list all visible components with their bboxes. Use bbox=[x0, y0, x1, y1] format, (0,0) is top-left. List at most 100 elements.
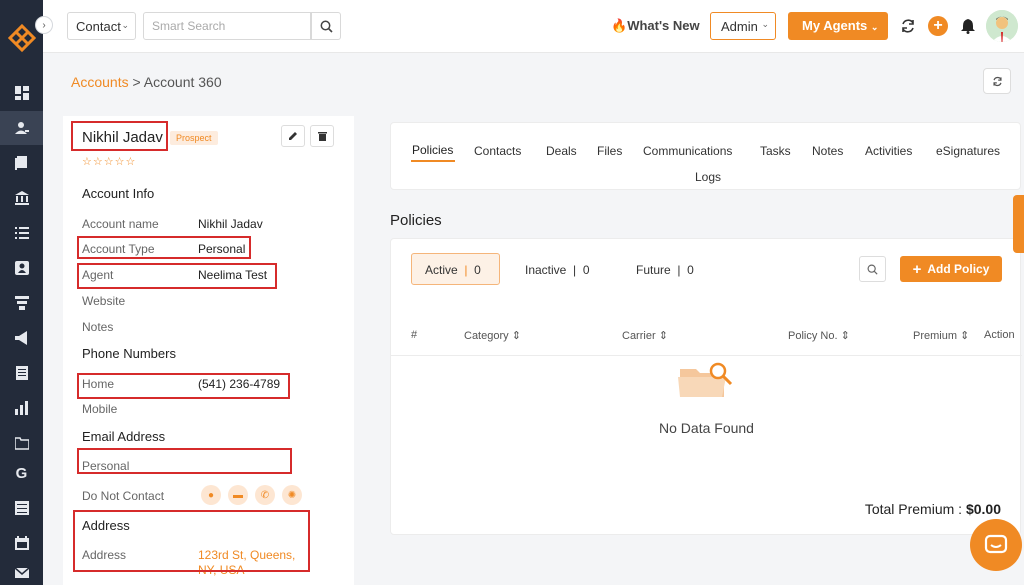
home-phone-value[interactable]: (541) 236-4789 bbox=[198, 377, 280, 391]
search-button[interactable] bbox=[311, 12, 341, 40]
field-label: Personal bbox=[82, 459, 130, 473]
field-label: Website bbox=[82, 294, 126, 308]
sort-icon: ⇕ bbox=[511, 330, 521, 342]
tab-esignatures[interactable]: eSignatures bbox=[936, 144, 1000, 158]
section-phone-numbers: Phone Numbers bbox=[82, 346, 176, 361]
bank-icon[interactable] bbox=[0, 181, 43, 215]
section-account-info: Account Info bbox=[82, 186, 155, 201]
chat-support-button[interactable] bbox=[970, 519, 1022, 571]
add-policy-button[interactable]: + Add Policy bbox=[900, 256, 1002, 282]
address-value[interactable]: 123rd St, Queens, NY, USA bbox=[198, 548, 313, 578]
mail-icon[interactable] bbox=[0, 556, 43, 585]
breadcrumb-accounts-link[interactable]: Accounts bbox=[71, 74, 129, 90]
policies-section-title: Policies bbox=[390, 212, 442, 229]
field-label: Mobile bbox=[82, 402, 118, 416]
sidebar-expand-button[interactable]: › bbox=[35, 16, 53, 34]
admin-dropdown[interactable]: Admin ⌄ bbox=[710, 12, 776, 40]
column-header-action: Action bbox=[984, 329, 1015, 341]
field-label: Account Type bbox=[82, 242, 155, 256]
status-count: 0 bbox=[474, 263, 481, 277]
field-label: Address bbox=[82, 548, 127, 562]
section-address: Address bbox=[82, 518, 130, 533]
quick-add-button[interactable]: + bbox=[928, 16, 948, 36]
tab-notes[interactable]: Notes bbox=[812, 144, 843, 158]
status-tab-active-label: Active | 0 bbox=[425, 263, 481, 277]
column-header-premium[interactable]: Premium ⇕ bbox=[913, 329, 969, 342]
tab-logs[interactable]: Logs bbox=[695, 170, 721, 184]
smart-search-input[interactable] bbox=[143, 12, 311, 40]
accounts-icon[interactable] bbox=[0, 111, 43, 145]
folder-icon[interactable] bbox=[0, 426, 43, 460]
column-label: Carrier bbox=[622, 330, 656, 342]
tab-files[interactable]: Files bbox=[597, 144, 622, 158]
column-label: Category bbox=[464, 330, 509, 342]
policy-search-button[interactable] bbox=[859, 256, 886, 282]
field-label: Agent bbox=[82, 268, 114, 282]
google-icon[interactable]: G bbox=[0, 456, 43, 490]
delete-account-button[interactable] bbox=[310, 125, 334, 147]
tab-deals[interactable]: Deals bbox=[546, 144, 577, 158]
table-divider bbox=[391, 355, 1022, 356]
column-label: Policy No. bbox=[788, 330, 838, 342]
status-label: Inactive bbox=[525, 263, 567, 277]
calendar-icon[interactable] bbox=[0, 526, 43, 560]
left-navigation: G bbox=[0, 0, 43, 585]
dashboard-icon[interactable] bbox=[0, 76, 43, 110]
add-policy-label: Add Policy bbox=[927, 262, 990, 276]
spreadsheet-icon[interactable] bbox=[0, 491, 43, 525]
funnel-icon[interactable] bbox=[0, 286, 43, 320]
tab-communications[interactable]: Communications bbox=[643, 144, 732, 158]
help-side-tab[interactable] bbox=[1013, 195, 1024, 253]
edit-account-button[interactable] bbox=[281, 125, 305, 147]
do-not-contact-options: ● ▬ ✆ ✺ bbox=[201, 485, 302, 505]
breadcrumb-current: Account 360 bbox=[143, 74, 222, 90]
search-type-select[interactable]: Contact ⌄ bbox=[67, 12, 136, 40]
sync-icon[interactable] bbox=[900, 18, 916, 34]
whats-new-label: What's New bbox=[627, 18, 700, 33]
chat-bubble-icon[interactable]: ▬ bbox=[228, 485, 248, 505]
page-refresh-button[interactable] bbox=[983, 68, 1011, 94]
breadcrumb-separator: > bbox=[132, 74, 141, 90]
analytics-icon[interactable] bbox=[0, 391, 43, 425]
settings-icon[interactable]: ✺ bbox=[282, 485, 302, 505]
status-badge: Prospect bbox=[170, 131, 218, 145]
status-tab-future[interactable]: Future | 0 bbox=[636, 263, 694, 277]
account-type-value: Personal bbox=[198, 242, 246, 256]
policies-panel: Active | 0 Inactive | 0 Future | 0 + Add … bbox=[390, 238, 1022, 535]
my-agents-button[interactable]: My Agents ⌄ bbox=[788, 12, 888, 40]
top-bar: Contact⌄ 🔥What's New Admin⌄ My Agents ⌄ … bbox=[43, 0, 1024, 53]
do-not-contact-label: Do Not Contact bbox=[82, 489, 165, 503]
search-icon bbox=[867, 264, 878, 275]
tab-policies[interactable]: Policies bbox=[412, 143, 453, 157]
whats-new-link[interactable]: 🔥What's New bbox=[611, 18, 700, 34]
column-header-number: # bbox=[411, 329, 418, 341]
status-tab-inactive[interactable]: Inactive | 0 bbox=[525, 263, 590, 277]
list-icon[interactable] bbox=[0, 216, 43, 250]
plus-icon: + bbox=[912, 260, 922, 278]
rating-stars[interactable]: ☆☆☆☆☆ bbox=[82, 155, 136, 168]
tab-tasks[interactable]: Tasks bbox=[760, 144, 791, 158]
tab-contacts[interactable]: Contacts bbox=[474, 144, 521, 158]
chevron-down-icon: ⌄ bbox=[870, 22, 879, 32]
sort-icon: ⇕ bbox=[840, 330, 850, 342]
report-icon[interactable] bbox=[0, 356, 43, 390]
empty-state-text: No Data Found bbox=[659, 420, 754, 436]
app-logo-icon[interactable] bbox=[8, 24, 36, 54]
admin-label: Admin bbox=[721, 19, 758, 34]
phone-icon[interactable]: ✆ bbox=[255, 485, 275, 505]
total-premium-label: Total Premium : bbox=[864, 501, 963, 517]
contact-card-icon[interactable] bbox=[0, 251, 43, 285]
tab-activities[interactable]: Activities bbox=[865, 144, 912, 158]
sync-icon bbox=[992, 76, 1002, 86]
column-header-policy-no[interactable]: Policy No. ⇕ bbox=[788, 329, 850, 342]
user-avatar[interactable] bbox=[986, 10, 1018, 42]
column-header-category[interactable]: Category ⇕ bbox=[464, 329, 521, 342]
status-label: Active bbox=[425, 263, 458, 277]
column-header-carrier[interactable]: Carrier ⇕ bbox=[622, 329, 668, 342]
trash-icon bbox=[317, 132, 327, 141]
section-email-address: Email Address bbox=[82, 429, 166, 444]
megaphone-icon[interactable] bbox=[0, 321, 43, 355]
robot-icon[interactable]: ● bbox=[201, 485, 221, 505]
documents-icon[interactable] bbox=[0, 146, 43, 180]
bell-icon[interactable] bbox=[961, 18, 975, 34]
